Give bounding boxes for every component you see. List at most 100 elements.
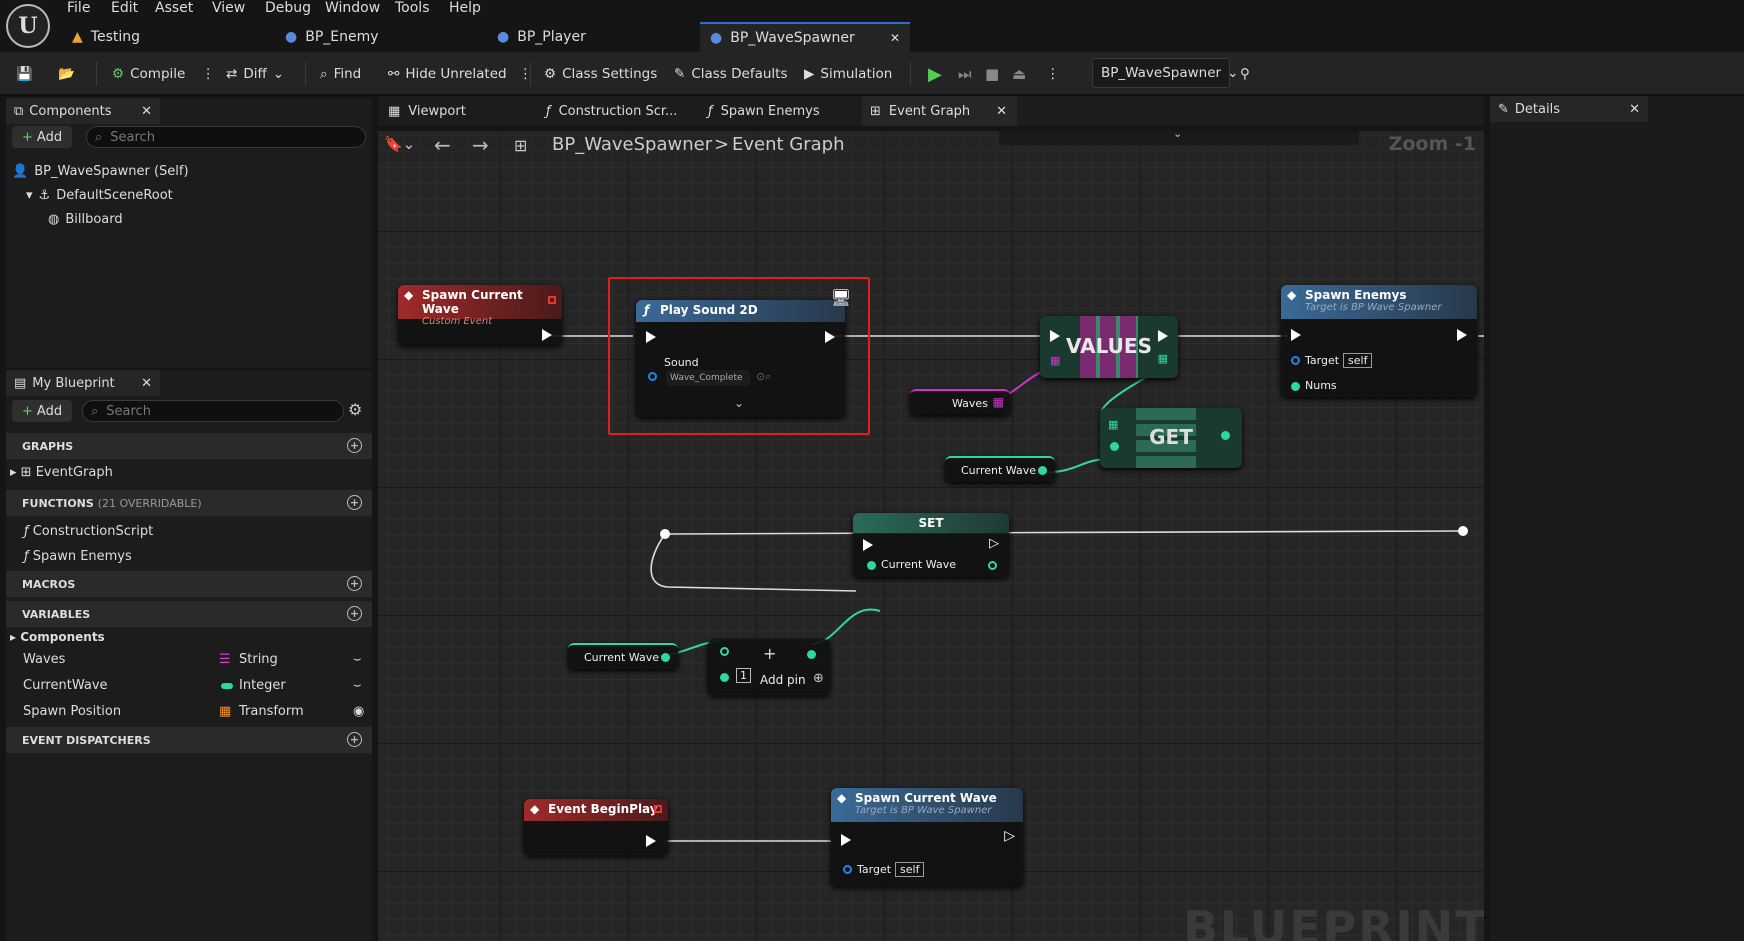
int-out-pin[interactable] <box>988 561 997 570</box>
debug-filter-icon[interactable]: ⚲ <box>1240 52 1250 96</box>
result-out-pin[interactable] <box>807 650 816 659</box>
target-pin[interactable] <box>1291 356 1300 365</box>
node-play-sound-2d[interactable]: ƒ Play Sound 2D 🖥 Sound Wave_Complete ⊙⌕… <box>636 288 851 417</box>
exec-out-pin[interactable] <box>646 835 656 847</box>
menu-window[interactable]: Window <box>325 0 380 16</box>
add-member-button[interactable]: + Add <box>12 400 73 422</box>
event-dispatchers-section[interactable]: EVENT DISPATCHERS + <box>6 727 372 753</box>
components-tab[interactable]: ⧉ Components ✕ <box>6 98 160 124</box>
more-icon[interactable]: ⋮ <box>1046 52 1060 96</box>
sound-asset-select[interactable]: Wave_Complete <box>666 370 750 386</box>
details-tab[interactable]: ✎ Details ✕ <box>1490 96 1648 122</box>
array-out-pin[interactable]: ▦ <box>1158 352 1168 365</box>
variable-category-components[interactable]: ▸ Components <box>10 630 105 644</box>
node-spawn-current-wave-event[interactable]: ◆ Spawn Current Wave Custom Event <box>398 285 562 345</box>
index-in-pin[interactable] <box>1110 442 1119 451</box>
play-icon[interactable]: ▶ <box>928 52 942 96</box>
node-add-integer[interactable]: 1 + Add pin ⊕ <box>708 639 830 695</box>
exec-out-pin[interactable] <box>825 331 835 343</box>
tree-item-self[interactable]: 👤 BP_WaveSpawner (Self) <box>12 164 189 179</box>
simulation-button[interactable]: ▶ Simulation <box>804 52 892 96</box>
exec-in-pin[interactable] <box>841 834 851 846</box>
add-component-button[interactable]: + Add <box>12 126 73 148</box>
exec-in-pin[interactable] <box>646 331 656 343</box>
stop-icon[interactable]: ■ <box>985 52 999 96</box>
exec-in-pin[interactable] <box>1050 330 1060 342</box>
close-icon[interactable]: ✕ <box>1629 102 1640 117</box>
delegate-pin-icon[interactable] <box>654 805 662 813</box>
doc-tab-testing[interactable]: ▲ Testing <box>62 22 272 52</box>
hide-unrelated-button[interactable]: ⚯ Hide Unrelated ⋮ <box>388 52 532 96</box>
exec-in-pin[interactable] <box>863 539 873 551</box>
close-icon[interactable]: ✕ <box>890 31 900 45</box>
sound-pin[interactable] <box>648 372 657 381</box>
menu-help[interactable]: Help <box>449 0 481 16</box>
function-item-constructionscript[interactable]: ƒ ConstructionScript <box>24 524 153 539</box>
visibility-open-icon[interactable]: ◉ <box>353 704 364 719</box>
exec-out-pin[interactable] <box>542 329 552 341</box>
tree-item-defaultsceneroot[interactable]: ▾ ⚓ DefaultSceneRoot <box>26 188 173 203</box>
add-dispatcher-icon[interactable]: + <box>347 732 362 747</box>
exec-out-pin[interactable]: ▷ <box>989 536 999 551</box>
close-icon[interactable]: ✕ <box>141 376 152 391</box>
item-out-pin[interactable] <box>1221 431 1230 440</box>
add-variable-icon[interactable]: + <box>347 606 362 621</box>
add-function-icon[interactable]: + <box>347 495 362 510</box>
add-graph-icon[interactable]: + <box>347 438 362 453</box>
node-values[interactable]: VALUES ▦ ▦ <box>1040 316 1178 378</box>
menu-edit[interactable]: Edit <box>111 0 138 16</box>
int-out-pin[interactable] <box>1038 466 1047 475</box>
event-graph-canvas[interactable]: 🔖⌄ ← → ⊞ BP_WaveSpawner > Event Graph ⌄ … <box>378 131 1484 941</box>
doc-tab-bp-player[interactable]: ● BP_Player <box>487 22 697 52</box>
exec-out-pin[interactable] <box>1457 329 1467 341</box>
unreal-logo-icon[interactable]: U <box>6 4 50 48</box>
doc-tab-bp-wavespawner[interactable]: ● BP_WaveSpawner ✕ <box>700 22 910 52</box>
array-out-pin[interactable]: ▦ <box>993 395 1004 409</box>
graph-item-eventgraph[interactable]: ▸ ⊞ EventGraph <box>10 465 113 480</box>
eject-icon[interactable]: ⏏ <box>1012 52 1026 96</box>
step-icon[interactable]: ⏭ <box>958 52 972 96</box>
node-waves-getter[interactable]: Waves ▦ <box>910 389 1010 415</box>
blueprint-search-input[interactable]: ⌕ Search <box>82 400 344 422</box>
node-get[interactable]: GET ▦ <box>1100 408 1242 468</box>
close-icon[interactable]: ✕ <box>141 104 152 119</box>
node-spawn-enemys[interactable]: ◆ Spawn Enemys Target is BP Wave Spawner… <box>1281 285 1477 397</box>
class-defaults-button[interactable]: ✎ Class Defaults <box>674 52 787 96</box>
int-in-pin[interactable] <box>867 561 876 570</box>
self-value[interactable]: self <box>1343 353 1373 368</box>
add-macro-icon[interactable]: + <box>347 576 362 591</box>
visibility-closed-icon[interactable]: ⌣ <box>353 652 362 667</box>
components-search-input[interactable]: ⌕ Search <box>86 126 366 148</box>
visibility-closed-icon[interactable]: ⌣ <box>353 678 362 693</box>
my-blueprint-tab[interactable]: ▤ My Blueprint ✕ <box>6 370 160 396</box>
variables-section[interactable]: VARIABLES + <box>6 601 372 627</box>
menu-asset[interactable]: Asset <box>155 0 193 16</box>
target-pin[interactable] <box>843 865 852 874</box>
int-out-pin[interactable] <box>661 653 670 662</box>
self-value[interactable]: self <box>895 862 925 877</box>
delegate-pin-icon[interactable] <box>548 296 556 304</box>
find-button[interactable]: ⌕ Find <box>320 52 361 96</box>
more-icon[interactable]: ⋮ <box>201 66 215 82</box>
array-in-pin[interactable]: ▦ <box>1050 354 1060 367</box>
menu-file[interactable]: File <box>67 0 90 16</box>
tab-event-graph[interactable]: ⊞ Event Graph ✕ <box>862 96 1017 126</box>
compile-button[interactable]: ⚙ Compile ⋮ <box>112 52 215 96</box>
b-in-pin[interactable] <box>720 673 729 682</box>
menu-view[interactable]: View <box>212 0 245 16</box>
variable-row-currentwave[interactable]: CurrentWave Integer ⌣ <box>23 678 369 693</box>
exec-in-pin[interactable] <box>1291 329 1301 341</box>
browse-icon[interactable]: 📂 <box>58 52 75 96</box>
nums-pin[interactable] <box>1291 382 1300 391</box>
diff-button[interactable]: ⇄ Diff ⌄ <box>226 52 284 96</box>
menu-debug[interactable]: Debug <box>265 0 311 16</box>
add-pin-label[interactable]: Add pin <box>760 673 806 687</box>
array-in-pin[interactable]: ▦ <box>1108 418 1118 431</box>
macros-section[interactable]: MACROS + <box>6 571 372 597</box>
expand-chevron-icon[interactable]: ⌄ <box>734 396 744 410</box>
tab-construction-script[interactable]: ƒ Construction Scr... <box>538 96 677 126</box>
debug-object-select[interactable]: BP_WaveSpawner ⌄ <box>1092 58 1238 88</box>
node-current-wave-getter[interactable]: Current Wave <box>945 456 1055 482</box>
class-settings-button[interactable]: ⚙ Class Settings <box>544 52 657 96</box>
functions-section[interactable]: FUNCTIONS (21 OVERRIDABLE) + <box>6 490 372 516</box>
